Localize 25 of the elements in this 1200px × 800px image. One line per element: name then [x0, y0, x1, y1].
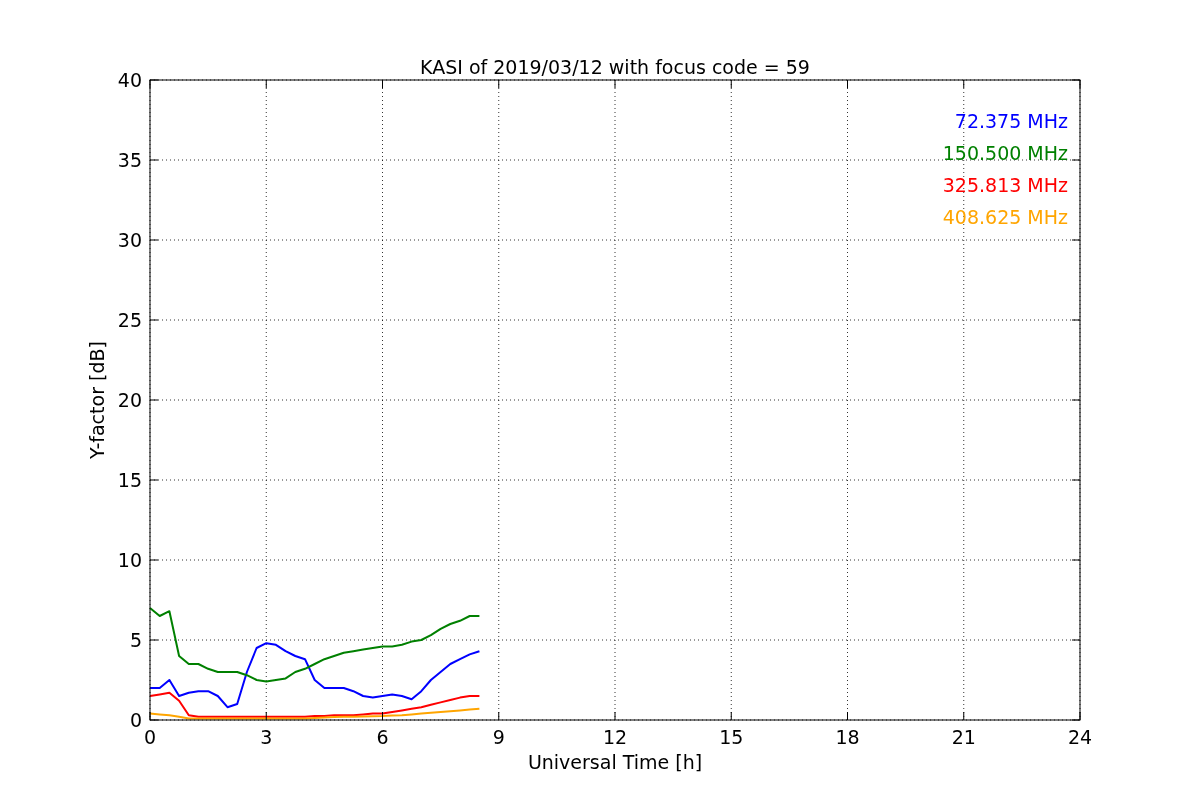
legend-label: 150.500 MHz — [942, 142, 1068, 164]
y-axis-label: Y-factor [dB] — [86, 341, 108, 459]
tick-label: 12 — [602, 726, 628, 748]
tick-label: 21 — [951, 726, 976, 748]
tick-label: 24 — [1067, 726, 1093, 748]
tick-label: 35 — [117, 149, 142, 171]
x-axis-label: Universal Time [h] — [527, 751, 703, 773]
legend-label: 325.813 MHz — [942, 174, 1068, 196]
tick-label: 30 — [117, 229, 142, 251]
tick-label: 0 — [129, 709, 142, 731]
legend-label: 72.375 MHz — [954, 110, 1068, 132]
tick-label: 40 — [117, 69, 142, 91]
tick-label: 18 — [835, 726, 860, 748]
tick-label: 3 — [260, 726, 273, 748]
tick-label: 9 — [492, 726, 505, 748]
tick-label: 20 — [117, 389, 142, 411]
tick-label: 15 — [719, 726, 744, 748]
tick-label: 6 — [376, 726, 389, 748]
tick-label: 10 — [117, 549, 142, 571]
legend-label: 408.625 MHz — [942, 206, 1068, 228]
tick-label: 5 — [129, 629, 142, 651]
tick-label: 15 — [117, 469, 142, 491]
tick-label: 25 — [117, 309, 142, 331]
chart-title: KASI of 2019/03/12 with focus code = 59 — [420, 56, 810, 78]
tick-label: 0 — [143, 726, 157, 748]
